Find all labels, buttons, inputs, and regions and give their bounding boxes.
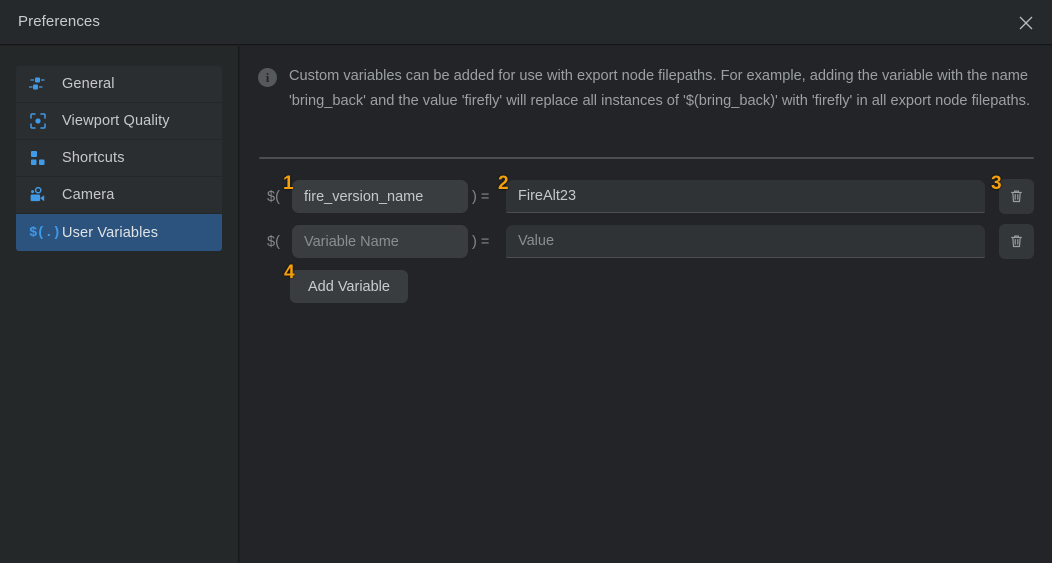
sidebar-item-user-variables[interactable]: $(.) User Variables [16, 214, 222, 251]
sidebar-item-label: Shortcuts [62, 150, 125, 166]
squares-icon [29, 148, 51, 168]
variable-value-input[interactable] [506, 180, 985, 213]
sidebar-item-general[interactable]: General [16, 66, 222, 103]
variable-suffix: ) = [472, 189, 490, 205]
sidebar-item-shortcuts[interactable]: Shortcuts [16, 140, 222, 177]
trash-icon[interactable] [999, 224, 1034, 259]
info-icon: i [258, 68, 277, 87]
section-divider [259, 157, 1034, 159]
sidebar-item-label: User Variables [62, 224, 159, 241]
sidebar-item-label: Viewport Quality [62, 113, 170, 129]
variable-prefix: $( [267, 189, 280, 205]
variables-list: $( ) = $( ) = [240, 177, 1052, 267]
close-icon[interactable] [1010, 8, 1042, 38]
table-row: $( ) = [240, 177, 1052, 222]
info-banner: i Custom variables can be added for use … [258, 64, 1036, 114]
variable-suffix: ) = [472, 234, 490, 250]
main-panel: i Custom variables can be added for use … [240, 46, 1052, 563]
annotation-marker-2: 2 [498, 173, 509, 194]
annotation-marker-4: 4 [284, 262, 295, 283]
variable-icon: $(.) [29, 224, 61, 241]
variable-name-input[interactable] [292, 225, 468, 258]
window-titlebar: Preferences [0, 0, 1052, 45]
add-variable-button[interactable]: Add Variable [290, 270, 408, 303]
sidebar-item-camera[interactable]: Camera [16, 177, 222, 214]
sidebar-item-viewport-quality[interactable]: Viewport Quality [16, 103, 222, 140]
sidebar-item-label: Camera [62, 187, 115, 203]
trash-icon[interactable] [999, 179, 1034, 214]
camera-icon [29, 185, 51, 205]
sidebar: General Viewport Quality Shortcuts Camer… [0, 46, 239, 563]
nodes-icon [29, 74, 51, 94]
info-text: Custom variables can be added for use wi… [289, 68, 1031, 109]
variable-prefix: $( [267, 234, 280, 250]
page-title: Preferences [18, 13, 100, 30]
focus-box-icon [29, 111, 51, 131]
sidebar-list: General Viewport Quality Shortcuts Camer… [16, 66, 222, 251]
variable-value-input[interactable] [506, 225, 985, 258]
annotation-marker-3: 3 [991, 173, 1002, 194]
variable-name-input[interactable] [292, 180, 468, 213]
sidebar-item-label: General [62, 76, 115, 92]
annotation-marker-1: 1 [283, 173, 294, 194]
table-row: $( ) = [240, 222, 1052, 267]
